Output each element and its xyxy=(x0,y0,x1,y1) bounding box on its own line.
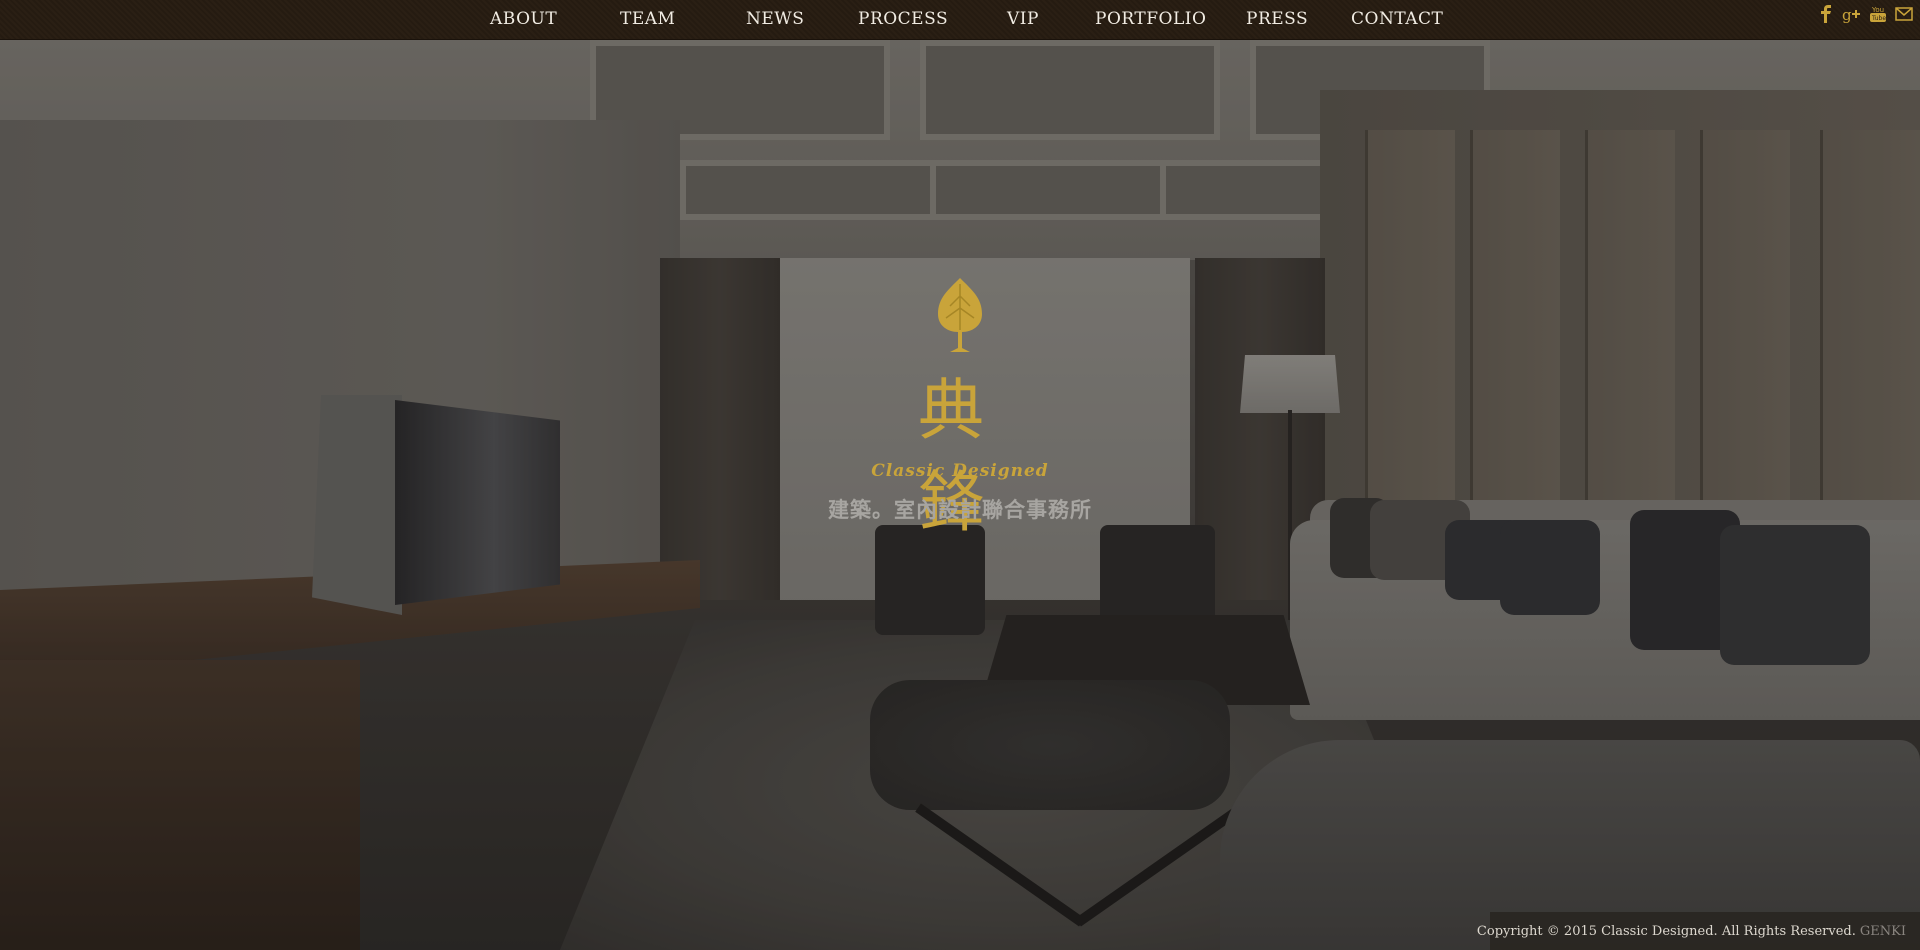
nav-item-process[interactable]: PROCESS xyxy=(858,9,948,29)
nav-item-vip[interactable]: VIP xyxy=(1007,9,1039,29)
social-links: g You Tube xyxy=(1816,3,1914,25)
nav-item-contact[interactable]: CONTACT xyxy=(1351,9,1443,29)
photo-dim-overlay xyxy=(0,0,1920,950)
footer-bar: Copyright © 2015 Classic Designed. All R… xyxy=(1477,912,1920,950)
main-nav: ABOUT TEAM NEWS PROCESS VIP PORTFOLIO PR… xyxy=(0,0,1920,40)
background-room-photo xyxy=(0,0,1920,950)
nav-item-portfolio[interactable]: PORTFOLIO xyxy=(1095,9,1206,29)
nav-item-press[interactable]: PRESS xyxy=(1246,9,1308,29)
copyright-text: Copyright © 2015 Classic Designed. All R… xyxy=(1476,923,1856,939)
svg-text:You: You xyxy=(1871,6,1884,14)
credit-link[interactable]: GENKI xyxy=(1860,924,1906,939)
mail-icon[interactable] xyxy=(1894,4,1914,24)
svg-text:g: g xyxy=(1842,6,1852,23)
nav-item-news[interactable]: NEWS xyxy=(746,9,804,29)
youtube-icon[interactable]: You Tube xyxy=(1868,4,1888,24)
top-nav-bar: ABOUT TEAM NEWS PROCESS VIP PORTFOLIO PR… xyxy=(0,0,1920,40)
facebook-icon[interactable] xyxy=(1816,4,1836,24)
nav-item-team[interactable]: TEAM xyxy=(620,9,675,29)
svg-text:Tube: Tube xyxy=(1871,15,1886,22)
nav-item-about[interactable]: ABOUT xyxy=(490,9,557,29)
google-plus-icon[interactable]: g xyxy=(1842,4,1862,24)
